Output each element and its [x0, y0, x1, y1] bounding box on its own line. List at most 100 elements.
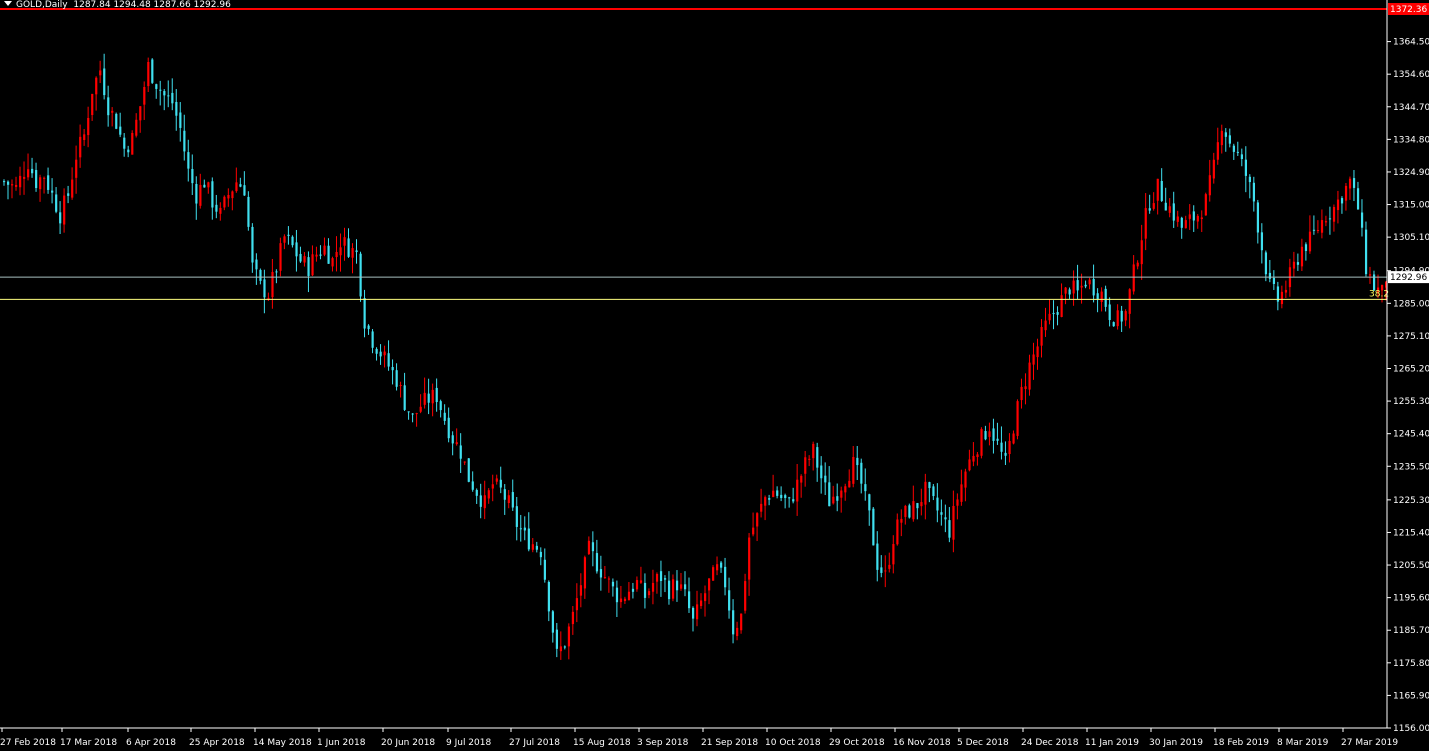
candle-body — [736, 627, 739, 637]
candle-body — [371, 331, 374, 348]
candle-body — [984, 431, 987, 440]
candle-body — [479, 495, 482, 507]
candle-body — [439, 401, 442, 411]
candle-body — [395, 370, 398, 387]
candle-body — [1144, 208, 1147, 239]
candle-body — [1200, 217, 1203, 220]
candle-body — [1220, 130, 1223, 146]
candle-body — [291, 236, 294, 246]
candle-body — [1184, 220, 1187, 229]
candle-body — [167, 95, 170, 97]
candle-body — [119, 126, 122, 135]
candle-body — [1140, 240, 1143, 265]
candle-body — [800, 475, 803, 483]
candle-body — [1216, 142, 1219, 160]
candle-body — [691, 607, 695, 619]
candle-body — [303, 256, 306, 263]
candle-body — [1232, 145, 1235, 152]
time-tick-label: 10 Oct 2018 — [765, 738, 821, 748]
candle-body — [491, 484, 494, 489]
candle-body — [575, 598, 579, 611]
candle-body — [107, 97, 110, 116]
candle-body — [772, 490, 775, 498]
candle-body — [792, 499, 795, 502]
candle-body — [211, 181, 214, 208]
price-tick-label: 1344.70 — [1393, 103, 1429, 113]
candle-body — [67, 193, 70, 196]
candle-body — [687, 591, 691, 609]
candle-body — [427, 393, 430, 403]
candle-body — [299, 253, 302, 262]
candle-body — [259, 269, 262, 281]
candle-body — [1364, 229, 1368, 275]
candle-body — [1212, 159, 1215, 179]
candle-body — [19, 175, 22, 188]
candle-body — [139, 106, 142, 121]
candle-body — [1112, 322, 1115, 327]
candle-body — [1340, 198, 1344, 204]
candle-body — [143, 86, 146, 105]
candle-body — [283, 236, 286, 243]
candle-body — [419, 406, 422, 412]
candle-body — [183, 130, 186, 152]
price-tick-label: 1185.70 — [1393, 626, 1429, 636]
candle-body — [1352, 178, 1356, 188]
time-tick-label: 11 Jan 2019 — [1085, 738, 1139, 748]
candle-body — [7, 181, 10, 185]
price-tick-label: 1265.20 — [1393, 365, 1429, 375]
candle-body — [1120, 310, 1123, 322]
candle-body — [1356, 188, 1360, 210]
candle-body — [796, 479, 799, 502]
candle-body — [351, 248, 354, 258]
candle-body — [39, 177, 42, 190]
candle-body — [43, 177, 46, 179]
price-chart[interactable]: 1372.361292.9638.2 1364.501354.601344.70… — [0, 0, 1429, 751]
candle-body — [1036, 346, 1039, 358]
time-tick-label: 17 Mar 2018 — [60, 738, 117, 748]
candle-body — [1260, 232, 1264, 251]
candle-body — [103, 68, 106, 96]
price-tick-label: 1175.80 — [1393, 659, 1429, 669]
candle-body — [960, 484, 963, 502]
candle-body — [407, 411, 410, 413]
candle-body — [527, 528, 530, 550]
candle-body — [912, 501, 915, 520]
candle-body — [347, 238, 350, 257]
candle-body — [1192, 211, 1195, 221]
time-tick-label: 18 Feb 2019 — [1213, 738, 1269, 748]
dropdown-arrow-icon[interactable] — [4, 1, 12, 6]
candle-body — [615, 587, 619, 603]
candle-body — [547, 581, 550, 612]
candle-body — [11, 184, 14, 186]
candle-body — [1296, 262, 1300, 265]
time-tick-label: 3 Sep 2018 — [637, 738, 689, 748]
candle-body — [1060, 295, 1063, 317]
candle-body — [1304, 244, 1308, 251]
candle-body — [996, 438, 999, 441]
candle-body — [311, 254, 314, 276]
candle-body — [696, 604, 699, 620]
candle-body — [820, 465, 823, 479]
candle-body — [51, 190, 54, 193]
time-tick-label: 27 Mar 2019 — [1341, 738, 1398, 748]
candle-body — [559, 646, 563, 652]
price-tick-label: 1255.30 — [1393, 397, 1429, 407]
candle-body — [435, 387, 438, 403]
candle-body — [852, 457, 855, 484]
time-tick-label: 6 Apr 2018 — [126, 738, 176, 748]
candle-body — [255, 259, 258, 270]
candle-body — [523, 527, 526, 531]
candle-body — [864, 484, 867, 492]
candle-body — [1292, 261, 1296, 269]
candle-body — [323, 245, 326, 255]
candle-body — [704, 593, 707, 602]
candle-body — [367, 325, 370, 330]
candle-body — [683, 584, 687, 590]
candle-body — [788, 497, 791, 499]
candle-body — [1080, 285, 1083, 288]
candle-body — [27, 169, 30, 178]
candle-body — [1188, 214, 1191, 219]
candle-body — [35, 170, 38, 189]
candle-body — [315, 254, 318, 257]
candle-body — [1152, 203, 1155, 209]
